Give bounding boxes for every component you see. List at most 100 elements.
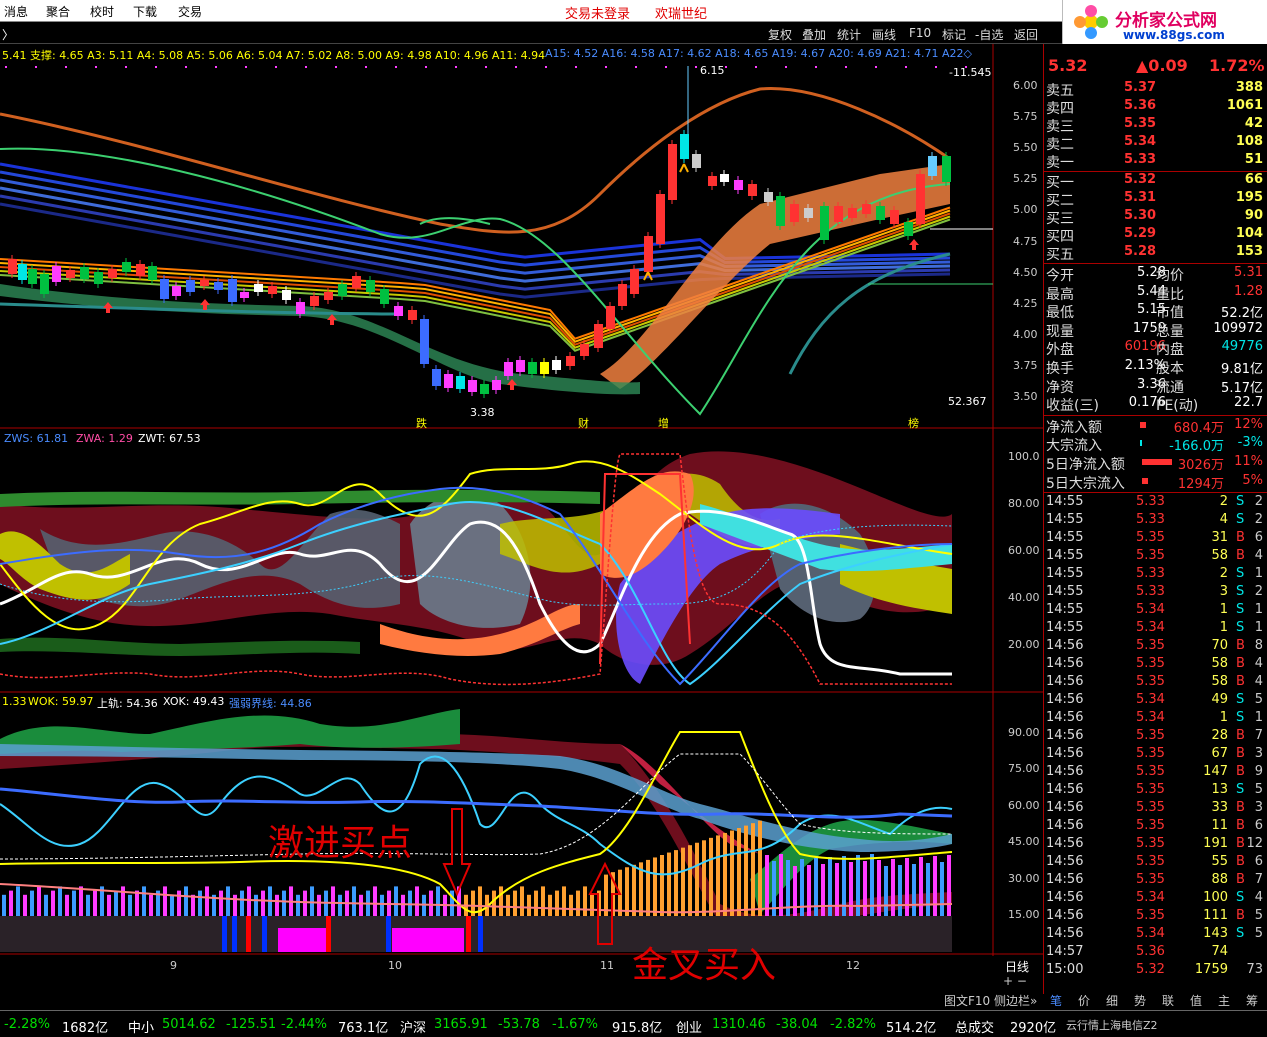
candle: [338, 284, 347, 296]
tick-side: B: [1236, 548, 1245, 564]
ask-row-price[interactable]: 5.35: [1124, 116, 1156, 131]
histogram-bar: [114, 890, 118, 916]
y-tick: 80.00: [1008, 497, 1040, 510]
event-marker[interactable]: 财: [578, 415, 589, 431]
tick-count: 6: [1254, 530, 1263, 546]
histogram-bar: [513, 890, 517, 916]
period-selector[interactable]: 日线: [1005, 958, 1029, 975]
tab-trades[interactable]: 笔: [1050, 992, 1062, 1009]
tab-value[interactable]: 值: [1190, 992, 1202, 1009]
tool-overlay[interactable]: 叠加: [802, 26, 826, 43]
tick-volume: 33: [1211, 800, 1228, 816]
menu-download[interactable]: 下载: [133, 3, 157, 20]
histogram-block: [262, 916, 267, 952]
tab-related[interactable]: 联: [1162, 992, 1174, 1009]
menu-messages[interactable]: 消息: [4, 3, 28, 20]
zoom-controls[interactable]: + −: [1003, 974, 1027, 988]
bid-row-price[interactable]: 5.31: [1124, 190, 1156, 205]
bid-row-price[interactable]: 5.28: [1124, 244, 1156, 259]
tick-side: S: [1236, 926, 1245, 942]
tab-chips[interactable]: 筹: [1246, 992, 1258, 1009]
stat-value: 109972: [1213, 320, 1263, 336]
histogram-bar: [765, 855, 769, 916]
index-name[interactable]: 创业: [676, 1017, 702, 1036]
candle: [804, 208, 813, 218]
menu-trade[interactable]: 交易: [178, 3, 202, 20]
ask-row-price[interactable]: 5.36: [1124, 98, 1156, 113]
y-tick: 100.0: [1008, 450, 1040, 463]
histogram-bar: [744, 825, 748, 916]
tick-side: S: [1236, 890, 1245, 906]
ask-row-volume: 388: [1235, 80, 1263, 95]
index-value: 3165.91: [434, 1017, 488, 1032]
tool-back[interactable]: 返回: [1014, 26, 1038, 43]
expand-arrow-icon[interactable]: 〉: [2, 26, 14, 43]
y-tick: 5.50: [1013, 141, 1038, 154]
candle: [942, 156, 951, 182]
tick-side: B: [1236, 872, 1245, 888]
tool-watchlist[interactable]: -自选: [975, 26, 1003, 43]
histogram-bar: [947, 855, 951, 916]
menu-aggregate[interactable]: 聚合: [46, 3, 70, 20]
histogram-bar: [940, 862, 944, 916]
login-status[interactable]: 交易未登录: [565, 3, 630, 22]
menu-time-sync[interactable]: 校时: [90, 3, 114, 20]
tick-price: 5.33: [1136, 584, 1165, 600]
candle: [80, 267, 89, 279]
candle: [148, 266, 157, 280]
tick-volume: 1: [1219, 620, 1228, 636]
histogram-bar: [107, 894, 111, 916]
bid-row-price[interactable]: 5.29: [1124, 226, 1156, 241]
chart-area[interactable]: 5.41 支撑: 4.65 A3: 5.11 A4: 5.08 A5: 5.06…: [0, 44, 1045, 986]
tool-draw[interactable]: 画线: [872, 26, 896, 43]
tick-count: 2: [1254, 584, 1263, 600]
top-dot: [485, 66, 487, 68]
histogram-bar: [79, 886, 83, 916]
ask-row-price[interactable]: 5.37: [1124, 80, 1156, 95]
event-marker[interactable]: 榜: [908, 415, 919, 431]
bid-row-label: 买二: [1046, 193, 1074, 209]
tool-stats[interactable]: 统计: [837, 26, 861, 43]
tab-trend[interactable]: 势: [1134, 992, 1146, 1009]
tick-price: 5.35: [1136, 908, 1165, 924]
histogram-bar: [44, 894, 48, 916]
candle: [408, 310, 417, 320]
bid-row-price[interactable]: 5.30: [1124, 208, 1156, 223]
tool-f10[interactable]: F10: [909, 26, 931, 40]
candle: [928, 156, 937, 176]
candle: [618, 284, 627, 306]
data-source[interactable]: 云行情上海电信Z2: [1066, 1017, 1158, 1033]
ask-row-price[interactable]: 5.34: [1124, 134, 1156, 149]
tab-main[interactable]: 主: [1218, 992, 1230, 1009]
index-name[interactable]: 中小: [128, 1017, 154, 1036]
histogram-bar: [884, 866, 888, 916]
histogram-bar: [667, 852, 671, 916]
tool-mark[interactable]: 标记: [942, 26, 966, 43]
chart-canvas[interactable]: [0, 44, 1045, 956]
tab-detail[interactable]: 细: [1106, 992, 1118, 1009]
histogram-bar: [352, 886, 356, 916]
index-name[interactable]: 沪深: [400, 1017, 426, 1036]
bid-row-label: 买一: [1046, 175, 1074, 191]
candle: [380, 289, 389, 304]
ask-row-price[interactable]: 5.33: [1124, 152, 1156, 167]
event-marker[interactable]: 跌: [416, 415, 427, 431]
tick-price: 5.35: [1136, 818, 1165, 834]
top-dot: [65, 66, 67, 68]
index-volume: 915.8亿: [612, 1021, 663, 1036]
bid-row-price[interactable]: 5.32: [1124, 172, 1156, 187]
flow-value: 1294万: [1177, 476, 1224, 492]
tab-f10[interactable]: 图文F10: [944, 992, 990, 1009]
candle: [172, 286, 181, 296]
tick-volume: 88: [1211, 872, 1228, 888]
tick-price: 5.35: [1136, 746, 1165, 762]
tab-sidebar[interactable]: 侧边栏»: [994, 992, 1037, 1009]
candle: [720, 174, 729, 182]
event-marker[interactable]: 增: [658, 415, 669, 431]
histogram-bar: [737, 828, 741, 916]
tool-adjust[interactable]: 复权: [768, 26, 792, 43]
tick-side: S: [1236, 566, 1245, 582]
tab-price[interactable]: 价: [1078, 992, 1090, 1009]
tick-price: 5.35: [1136, 728, 1165, 744]
tick-time: 14:56: [1046, 800, 1084, 816]
